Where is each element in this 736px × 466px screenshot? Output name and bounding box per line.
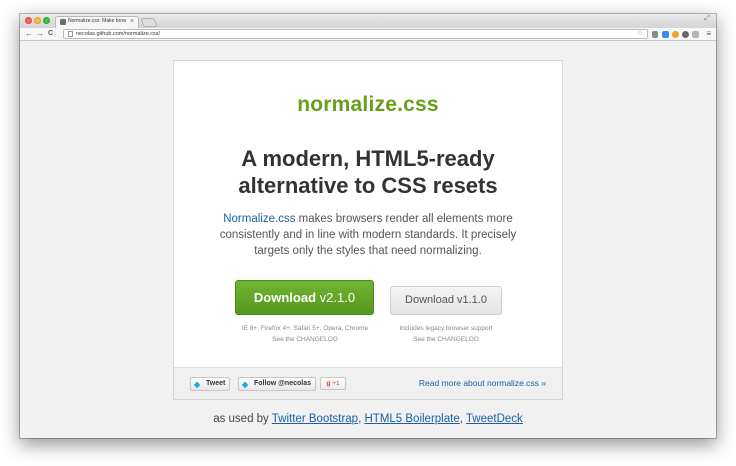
new-tab-button[interactable]: [140, 18, 158, 27]
tab-title: Normalize.css: Make brow: [68, 18, 126, 24]
primary-note: IE 8+, Firefox 4+, Safari 5+, Opera, Chr…: [230, 323, 380, 345]
intro-text: Normalize.css makes browsers render all …: [204, 211, 532, 259]
twitter-bird-icon: ◆: [194, 380, 201, 389]
url-text[interactable]: necolas.github.com/normalize.css/: [76, 30, 160, 38]
download-version: v2.1.0: [316, 290, 356, 305]
intro-line-3: targets only the styles that need normal…: [254, 245, 482, 257]
changelog-link-v1[interactable]: See the CHANGELOG: [413, 336, 479, 343]
read-more-link[interactable]: Read more about normalize.css »: [419, 378, 546, 388]
used-by-line: as used by Twitter Bootstrap, HTML5 Boil…: [20, 413, 716, 425]
legacy-support-text: Includes legacy browser support: [399, 325, 493, 332]
follow-button[interactable]: ◆ Follow @necolas: [238, 377, 316, 391]
follow-label: Follow @necolas: [254, 380, 312, 387]
google-plus-icon: g: [326, 380, 331, 387]
tab-strip: Normalize.css: Make brow × ⤢: [20, 14, 716, 28]
hero-card: normalize.css A modern, HTML5-ready alte…: [173, 60, 563, 400]
gray-circle-icon[interactable]: [682, 31, 689, 38]
used-by-prefix: as used by: [213, 413, 272, 425]
page-content: normalize.css A modern, HTML5-ready alte…: [20, 41, 716, 438]
changelog-link-v2[interactable]: See the CHANGELOG: [272, 336, 338, 343]
twitter-bird-icon: ◆: [242, 380, 249, 389]
tweet-label: Tweet: [206, 380, 226, 387]
tab-close-icon[interactable]: ×: [130, 17, 134, 27]
intro-line-1: makes browsers render all elements more: [295, 213, 513, 225]
zoom-window-icon[interactable]: [43, 17, 50, 24]
browser-tab[interactable]: Normalize.css: Make brow ×: [55, 16, 139, 28]
address-bar[interactable]: necolas.github.com/normalize.css/ ☆: [63, 29, 648, 39]
browser-window: Normalize.css: Make brow × ⤢ ← → C necol…: [20, 14, 716, 438]
google-plus-button[interactable]: g +1: [320, 377, 346, 390]
browser-support-text: IE 8+, Firefox 4+, Safari 5+, Opera, Chr…: [241, 325, 369, 332]
orange-extension-icon[interactable]: [672, 31, 679, 38]
headline-line-1: A modern, HTML5-ready: [241, 146, 495, 171]
blue-tag-icon[interactable]: [662, 31, 669, 38]
intro-line-2: consistently and in line with modern sta…: [219, 229, 517, 241]
download-v2-button[interactable]: Download v2.1.0: [235, 280, 374, 315]
reload-button[interactable]: C: [48, 28, 53, 40]
plus-one-label: +1: [332, 380, 340, 387]
browser-toolbar: ← → C necolas.github.com/normalize.css/ …: [20, 28, 716, 41]
normalize-link[interactable]: Normalize.css: [223, 213, 295, 225]
puzzle-icon[interactable]: [692, 31, 699, 38]
menu-icon[interactable]: ≡: [706, 28, 711, 40]
back-button[interactable]: ←: [25, 28, 33, 40]
secondary-note: Includes legacy browser support See the …: [381, 323, 511, 345]
download-v1-button[interactable]: Download v1.1.0: [390, 286, 502, 315]
close-window-icon[interactable]: [25, 17, 32, 24]
headline-line-2: alternative to CSS resets: [238, 173, 498, 198]
bootstrap-link[interactable]: Twitter Bootstrap: [272, 413, 358, 425]
bookmark-star-icon[interactable]: ☆: [637, 29, 643, 39]
download-label: Download: [253, 290, 317, 305]
fullscreen-icon[interactable]: ⤢: [704, 15, 710, 23]
minimize-window-icon[interactable]: [34, 17, 41, 24]
wrench-icon[interactable]: [652, 31, 658, 38]
tweetdeck-link[interactable]: TweetDeck: [466, 413, 523, 425]
page-icon: [68, 31, 73, 37]
headline: A modern, HTML5-ready alternative to CSS…: [174, 145, 562, 199]
card-footer: ◆ Tweet ◆ Follow @necolas g +1 Read more…: [174, 367, 562, 399]
tweet-button[interactable]: ◆ Tweet: [190, 377, 230, 391]
forward-button[interactable]: →: [36, 28, 44, 40]
brand-title: normalize.css: [297, 93, 439, 116]
boilerplate-link[interactable]: HTML5 Boilerplate: [364, 413, 459, 425]
favicon-icon: [60, 19, 66, 25]
